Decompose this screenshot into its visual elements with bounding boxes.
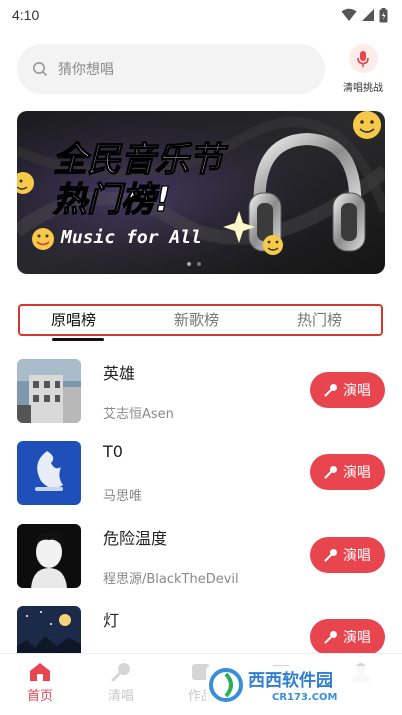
tab-hot[interactable]: 热门榜 — [297, 309, 342, 330]
mic-icon — [324, 466, 337, 479]
sing-button-label: 演唱 — [343, 630, 371, 646]
pager-dot — [187, 262, 191, 266]
status-time: 4:10 — [12, 7, 40, 23]
search-placeholder: 猜你想唱 — [58, 62, 114, 78]
tab-new-songs[interactable]: 新歌榜 — [174, 309, 219, 330]
status-icons — [341, 7, 388, 23]
nav-label: 首页 — [26, 689, 53, 704]
song-artist: 艾志恒Asen — [103, 407, 174, 422]
banner-art: 全民音乐节 热门榜! Music for All — [17, 111, 385, 274]
banner-line2: 热门榜! — [53, 180, 171, 220]
svg-text:西西软件园: 西西软件园 — [248, 670, 333, 691]
sing-button-label: 演唱 — [343, 383, 371, 399]
song-row[interactable]: T0 马思唯 演唱 — [17, 441, 385, 507]
mic-icon — [324, 631, 337, 644]
wifi-icon — [341, 8, 357, 21]
site-watermark: 西西软件园 CR173.COM — [206, 666, 384, 704]
mic-icon — [324, 549, 337, 562]
acapella-challenge-button[interactable]: 清唱挑战 — [339, 44, 387, 96]
sing-button[interactable]: 演唱 — [310, 537, 385, 573]
song-artist: 程思源/BlackTheDevil — [103, 572, 239, 587]
song-cover — [17, 359, 81, 423]
sing-button[interactable]: 演唱 — [310, 454, 385, 490]
mic-badge — [348, 44, 378, 73]
mic-label: 清唱挑战 — [343, 83, 383, 94]
nav-home[interactable]: 首页 — [10, 662, 70, 704]
song-artist: 马思唯 — [103, 489, 143, 504]
search-icon — [33, 62, 47, 76]
song-title: 灯 — [103, 611, 120, 630]
banner-tagline: Music for All — [60, 227, 202, 248]
home-icon — [30, 663, 50, 681]
mic-icon — [324, 384, 337, 397]
active-tab-indicator — [52, 338, 104, 341]
song-row[interactable]: 危险温度 程思源/BlackTheDevil 演唱 — [17, 524, 385, 590]
banner-line1: 全民音乐节 — [53, 140, 229, 180]
nav-label: 清唱 — [107, 689, 134, 704]
status-bar: 4:10 — [0, 0, 402, 30]
sing-button-label: 演唱 — [343, 465, 371, 481]
mic-icon — [357, 50, 369, 67]
song-cover — [17, 524, 81, 588]
sing-button-label: 演唱 — [343, 548, 371, 564]
promo-banner[interactable]: 全民音乐节 热门榜! Music for All — [17, 111, 385, 274]
mic-icon — [111, 663, 130, 682]
sing-button[interactable]: 演唱 — [310, 619, 385, 655]
tab-original[interactable]: 原唱榜 — [51, 309, 96, 330]
song-title: 危险温度 — [103, 529, 168, 548]
battery-icon — [379, 7, 388, 22]
signal-icon — [362, 9, 374, 21]
sing-button[interactable]: 演唱 — [310, 372, 385, 408]
svg-text:CR173.COM: CR173.COM — [272, 692, 338, 703]
pager-dot — [197, 262, 201, 266]
song-row[interactable]: 英雄 艾志恒Asen 演唱 — [17, 359, 385, 425]
chart-tabs: 原唱榜 新歌榜 热门榜 — [18, 304, 383, 336]
song-cover — [17, 441, 81, 505]
search-input[interactable]: 猜你想唱 — [17, 44, 325, 94]
nav-acapella[interactable]: 清唱 — [91, 662, 151, 704]
song-title: T0 — [103, 442, 123, 461]
song-title: 英雄 — [103, 364, 136, 383]
search-row: 猜你想唱 清唱挑战 — [17, 44, 387, 94]
